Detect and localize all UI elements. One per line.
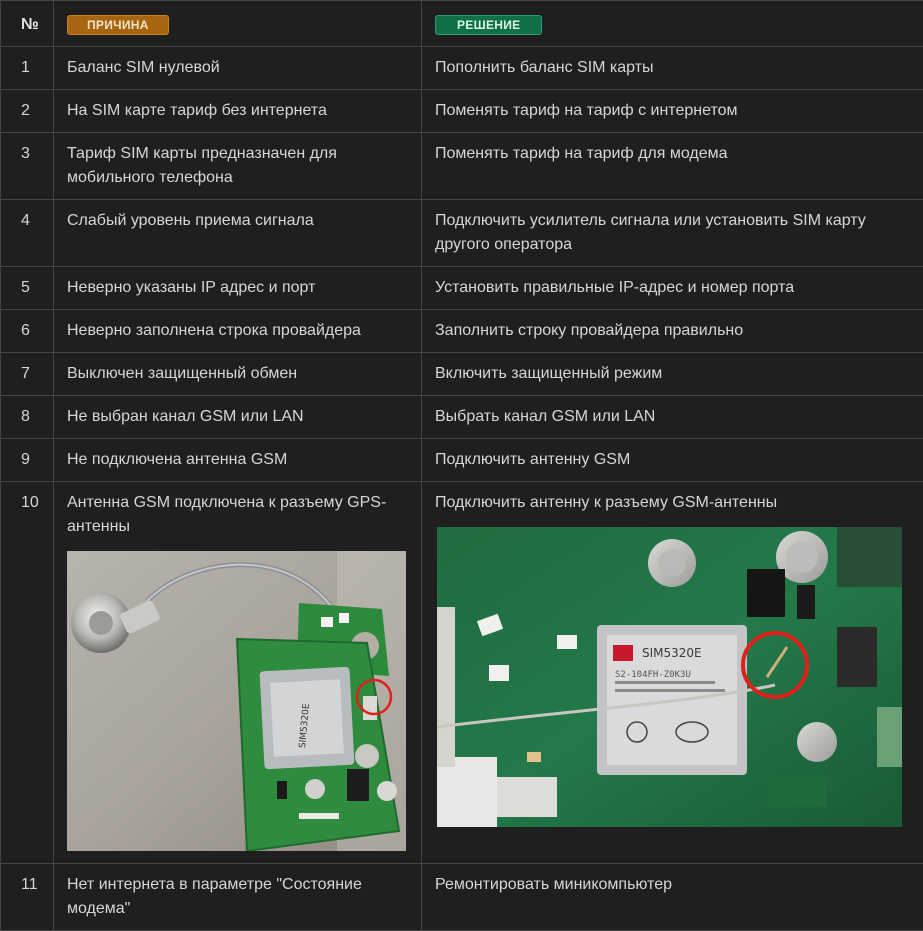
row-cause: Не подключена антенна GSM [54,439,422,482]
row-cause: Тариф SIM карты предназначен для мобильн… [54,133,422,200]
table-header-row: № ПРИЧИНА РЕШЕНИЕ [1,1,923,47]
row-number: 1 [1,47,54,90]
row-solution: Поменять тариф на тариф с интернетом [422,90,923,133]
header-solution: РЕШЕНИЕ [422,1,923,47]
row-cause: Антенна GSM подключена к разъему GPS-ант… [54,482,422,864]
row-cause: Не выбран канал GSM или LAN [54,396,422,439]
row-solution: Установить правильные IP-адрес и номер п… [422,267,923,310]
table-row: 11 Нет интернета в параметре "Состояние … [1,864,923,931]
row-number: 9 [1,439,54,482]
wrong-antenna-photo: SIM5320E [67,551,406,851]
table-row: 2 На SIM карте тариф без интернета Помен… [1,90,923,133]
row-number: 5 [1,267,54,310]
table-row: 8 Не выбран канал GSM или LAN Выбрать ка… [1,396,923,439]
row-solution-text: Подключить антенну к разъему GSM-антенны [435,491,910,515]
table-row: 9 Не подключена антенна GSM Подключить а… [1,439,923,482]
table-row: 4 Слабый уровень приема сигнала Подключи… [1,200,923,267]
table-row: 5 Неверно указаны IP адрес и порт Устано… [1,267,923,310]
cause-badge: ПРИЧИНА [67,15,169,35]
row-cause: Нет интернета в параметре "Состояние мод… [54,864,422,931]
correct-antenna-photo: SIM5320E S2-104FH-Z0K3U [437,527,902,827]
row-solution: Ремонтировать миникомпьютер [422,864,923,931]
row-cause: Слабый уровень приема сигнала [54,200,422,267]
row-cause: Неверно заполнена строка провайдера [54,310,422,353]
row-number: 6 [1,310,54,353]
row-number: 8 [1,396,54,439]
row-number: 2 [1,90,54,133]
troubleshooting-table: № ПРИЧИНА РЕШЕНИЕ 1 Баланс SIM нулевой П… [0,0,923,931]
header-cause: ПРИЧИНА [54,1,422,47]
table-row: 1 Баланс SIM нулевой Пополнить баланс SI… [1,47,923,90]
table-row: 6 Неверно заполнена строка провайдера За… [1,310,923,353]
row-number: 10 [1,482,54,864]
row-solution: Подключить усилитель сигнала или установ… [422,200,923,267]
row-number: 4 [1,200,54,267]
row-solution: Подключить антенну к разъему GSM-антенны [422,482,923,864]
row-solution: Выбрать канал GSM или LAN [422,396,923,439]
row-cause: Неверно указаны IP адрес и порт [54,267,422,310]
correct-photo-chip-label: SIM5320E [642,646,702,660]
correct-photo-model-line: S2-104FH-Z0K3U [615,670,691,680]
row-solution: Подключить антенну GSM [422,439,923,482]
row-solution: Поменять тариф на тариф для модема [422,133,923,200]
row-solution: Включить защищенный режим [422,353,923,396]
row-solution: Заполнить строку провайдера правильно [422,310,923,353]
row-number: 3 [1,133,54,200]
row-cause: Баланс SIM нулевой [54,47,422,90]
header-number: № [1,1,54,47]
row-number: 11 [1,864,54,931]
row-cause-text: Антенна GSM подключена к разъему GPS-ант… [67,491,401,539]
row-cause: Выключен защищенный обмен [54,353,422,396]
row-number: 7 [1,353,54,396]
row-cause: На SIM карте тариф без интернета [54,90,422,133]
solution-badge: РЕШЕНИЕ [435,15,542,35]
row-solution: Пополнить баланс SIM карты [422,47,923,90]
table-row: 7 Выключен защищенный обмен Включить защ… [1,353,923,396]
table-row: 10 Антенна GSM подключена к разъему GPS-… [1,482,923,864]
table-row: 3 Тариф SIM карты предназначен для мобил… [1,133,923,200]
